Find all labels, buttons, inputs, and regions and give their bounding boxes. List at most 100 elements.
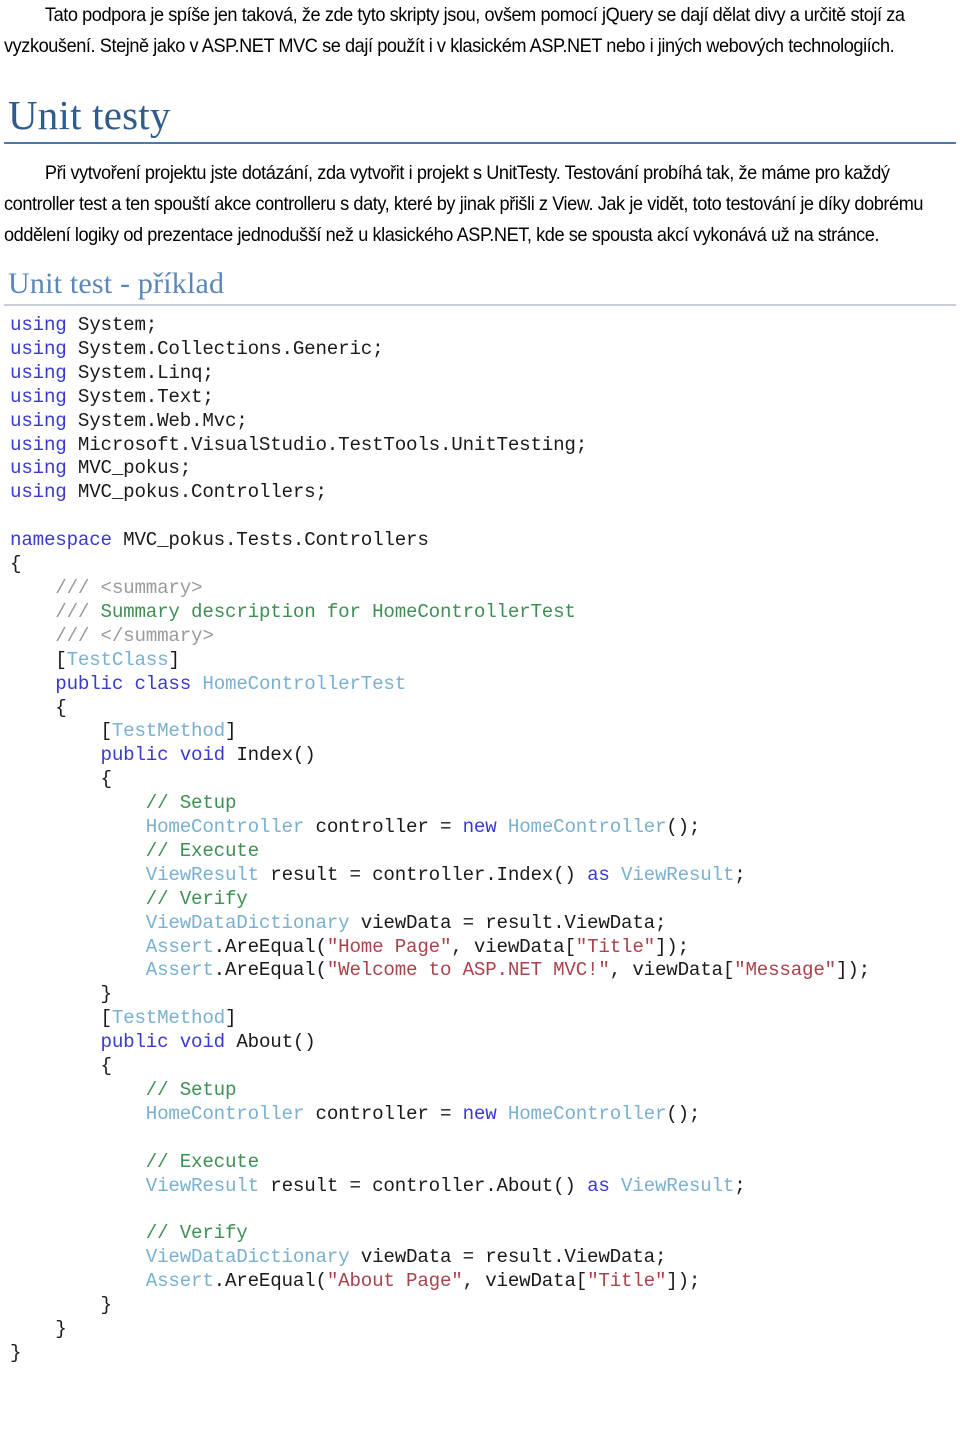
code-line: } [10,1318,67,1340]
code-token: ViewDataDictionary [145,911,350,934]
code-token: namespace [10,529,112,552]
code-line: // Verify [10,1222,248,1244]
code-token: controller = [304,816,463,839]
code-line: public class HomeControllerTest [10,673,406,695]
code-token: MVC_pokus.Controllers; [66,481,327,504]
code-token: using [10,337,67,360]
code-line: using System; [10,314,157,336]
code-line: using MVC_pokus.Controllers; [10,481,327,503]
code-line: using Microsoft.VisualStudio.TestTools.U… [10,434,587,456]
code-token: (); [666,816,701,839]
page-title: Unit testy [4,92,956,144]
code-token: public [100,744,169,767]
code-line: { [10,553,22,575]
code-token: result = controller.Index() [258,863,588,886]
code-token: System.Linq; [66,361,214,384]
code-token: System.Text; [66,385,214,408]
code-token: // Execute [145,1150,259,1173]
code-line: // Execute [10,840,259,862]
code-token: HomeController [507,1102,667,1125]
code-token: /// [55,600,90,623]
code-token: ViewResult [621,1174,735,1197]
code-line: using System.Collections.Generic; [10,337,384,360]
code-token: HomeController [145,1102,305,1125]
code-line: } [10,1342,22,1364]
code-token: ]); [666,1270,701,1293]
code-token: .AreEqual( [213,935,327,958]
code-line: // Setup [10,1079,237,1101]
code-line: // Execute [10,1151,259,1173]
code-token: [ [10,1007,113,1030]
code-token: viewData = result.ViewData; [349,1246,667,1269]
code-token: "Title" [575,935,655,958]
code-line: { [10,1055,113,1077]
code-token: using [10,314,67,336]
code-token: using [10,361,67,384]
spacer-after-heading1 [4,144,956,158]
code-token: new [462,1102,497,1125]
code-token: Summary description for HomeControllerTe… [100,600,576,623]
code-line: } [10,983,113,1006]
code-token: } [10,1294,113,1317]
code-token: </summary> [100,624,214,647]
code-line: HomeController controller = new HomeCont… [10,816,701,839]
code-token: , viewData[ [462,1270,588,1293]
code-token: System.Collections.Generic; [66,337,384,360]
code-token: controller = [304,1102,463,1125]
code-token: MVC_pokus; [66,457,192,480]
code-token: ] [225,1007,237,1030]
code-token: Assert [145,935,214,958]
code-line: ViewDataDictionary viewData = result.Vie… [10,1246,667,1269]
code-token: using [10,409,67,432]
code-token: result = controller.About() [258,1174,588,1197]
code-token: new [462,816,497,839]
code-token: "Home Page" [326,935,452,958]
code-line: Assert.AreEqual("Welcome to ASP.NET MVC!… [10,959,870,981]
code-token: "Welcome to ASP.NET MVC!" [326,959,610,982]
code-token: HomeControllerTest [202,672,407,695]
code-token: using [10,457,67,480]
code-token: as [587,863,610,886]
code-line: // Verify [10,888,248,910]
code-line: } [10,1294,113,1317]
code-token: HomeController [145,816,305,839]
code-line: ViewResult result = controller.About() a… [10,1175,746,1197]
code-token: viewData = result.ViewData; [349,911,667,934]
code-token: ViewDataDictionary [145,1246,350,1269]
code-token: // Setup [145,792,237,815]
code-token: [ [10,720,113,743]
code-line: [TestMethod] [10,1007,237,1030]
code-token: ]); [654,935,689,958]
code-token: ; [734,863,746,886]
code-token: } [10,983,113,1006]
code-token: ViewResult [621,863,735,886]
code-line: { [10,768,113,790]
code-token: Assert [145,959,214,982]
code-token: , viewData[ [609,959,735,982]
spacer-before-heading2 [4,251,956,267]
code-line: { [10,697,67,719]
code-token: public [55,672,124,695]
code-token: , viewData[ [451,935,576,958]
